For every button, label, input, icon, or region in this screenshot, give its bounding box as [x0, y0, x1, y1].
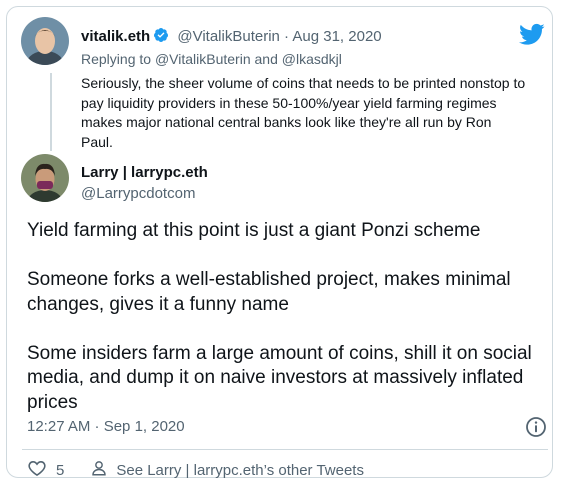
twitter-bird-icon[interactable]: [519, 23, 545, 50]
tweet-paragraph: Someone forks a well-established project…: [27, 269, 511, 315]
separator-dot: ·: [284, 28, 290, 45]
replying-to-line: Replying to @VitalikButerin and @lkasdkj…: [81, 51, 342, 67]
author-name[interactable]: Larry | larrypc.eth: [81, 164, 208, 181]
see-other-tweets-link[interactable]: See Larry | larrypc.eth’s other Tweets: [90, 459, 364, 481]
verified-badge-icon: [153, 27, 169, 47]
like-button[interactable]: 5: [27, 458, 64, 482]
tweet-paragraph: Yield farming at this point is just a gi…: [27, 220, 481, 241]
divider: [22, 449, 548, 450]
author-handle[interactable]: @Larrypcdotcom: [81, 185, 195, 202]
person-icon: [90, 459, 108, 481]
tweet-paragraph: Some insiders farm a large amount of coi…: [27, 342, 532, 413]
replying-user-link[interactable]: @lkasdkjl: [282, 51, 342, 67]
thread-connector-line: [50, 73, 52, 151]
author-avatar[interactable]: [21, 154, 69, 202]
see-other-tweets-label: See Larry | larrypc.eth’s other Tweets: [116, 461, 364, 479]
action-bar: 5 See Larry | larrypc.eth’s other Tweets: [27, 459, 364, 481]
parent-date[interactable]: Aug 31, 2020: [292, 28, 381, 45]
parent-author-handle[interactable]: @VitalikButerin: [177, 28, 280, 45]
parent-header: vitalik.eth @VitalikButerin · Aug 31, 20…: [81, 27, 382, 47]
info-icon[interactable]: [524, 415, 548, 439]
tweet-body: Yield farming at this point is just a gi…: [27, 219, 547, 415]
tweet-timestamp[interactable]: 12:27 AM · Sep 1, 2020: [27, 418, 185, 435]
tweet-embed-card: vitalik.eth @VitalikButerin · Aug 31, 20…: [6, 6, 553, 481]
replying-label: Replying to: [81, 51, 152, 67]
like-count: 5: [56, 461, 65, 479]
replying-user-link[interactable]: @VitalikButerin: [155, 51, 251, 67]
replying-and-text: and: [254, 51, 278, 67]
parent-avatar[interactable]: [21, 17, 69, 65]
heart-icon: [27, 458, 47, 482]
parent-author-name[interactable]: vitalik.eth: [81, 28, 150, 45]
parent-tweet-text: Seriously, the sheer volume of coins tha…: [81, 75, 526, 150]
